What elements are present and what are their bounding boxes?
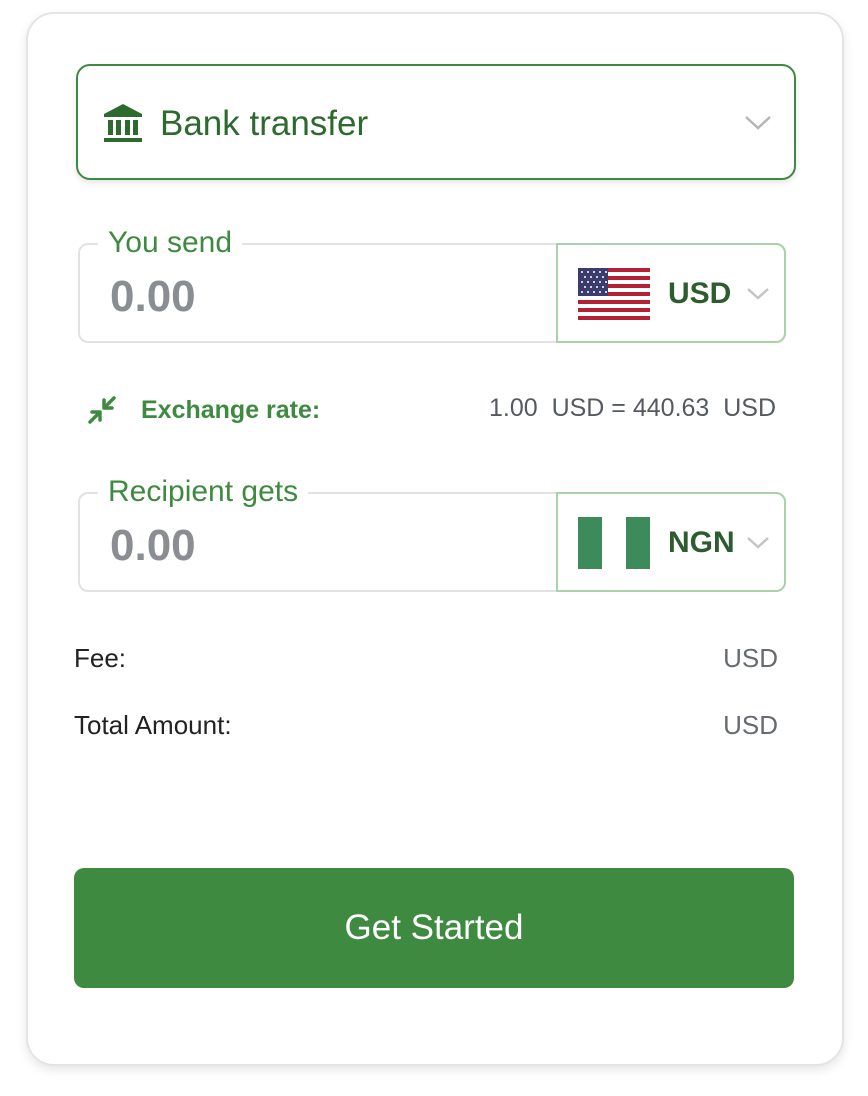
send-amount-box: You send USD [78, 225, 786, 343]
fee-row: Fee: USD [74, 640, 778, 676]
receive-amount-input[interactable] [110, 520, 530, 572]
total-label: Total Amount: [74, 710, 232, 740]
chevron-down-icon [745, 116, 771, 130]
chevron-down-icon [747, 537, 769, 549]
send-currency-code: USD [668, 277, 732, 310]
chevron-down-icon [747, 288, 769, 300]
exchange-rate-label: Exchange rate: [141, 396, 321, 424]
fee-value: USD [723, 643, 778, 673]
total-value: USD [723, 710, 778, 740]
get-started-button[interactable]: Get Started [74, 868, 794, 988]
send-amount-input[interactable] [110, 271, 530, 323]
send-legend: You send [98, 225, 243, 261]
exchange-rate-row: Exchange rate: 1.00 USD = 440.63 USD [86, 390, 776, 430]
bank-icon [104, 104, 142, 142]
fee-label: Fee: [74, 643, 127, 673]
arrows-compress-icon [88, 396, 116, 424]
exchange-rate-value: 1.00 USD = 440.63 USD [489, 394, 776, 422]
total-row: Total Amount: USD [74, 707, 778, 743]
receive-legend: Recipient gets [98, 474, 309, 510]
us-flag-icon [578, 268, 650, 320]
transfer-method-select[interactable]: Bank transfer [76, 64, 796, 180]
ng-flag-icon [578, 517, 650, 569]
receive-currency-select[interactable]: NGN [556, 492, 786, 592]
transfer-method-label: Bank transfer [160, 104, 369, 143]
receive-currency-code: NGN [668, 526, 735, 559]
receive-amount-box: Recipient gets NGN [78, 474, 786, 592]
send-currency-select[interactable]: USD [556, 243, 786, 343]
